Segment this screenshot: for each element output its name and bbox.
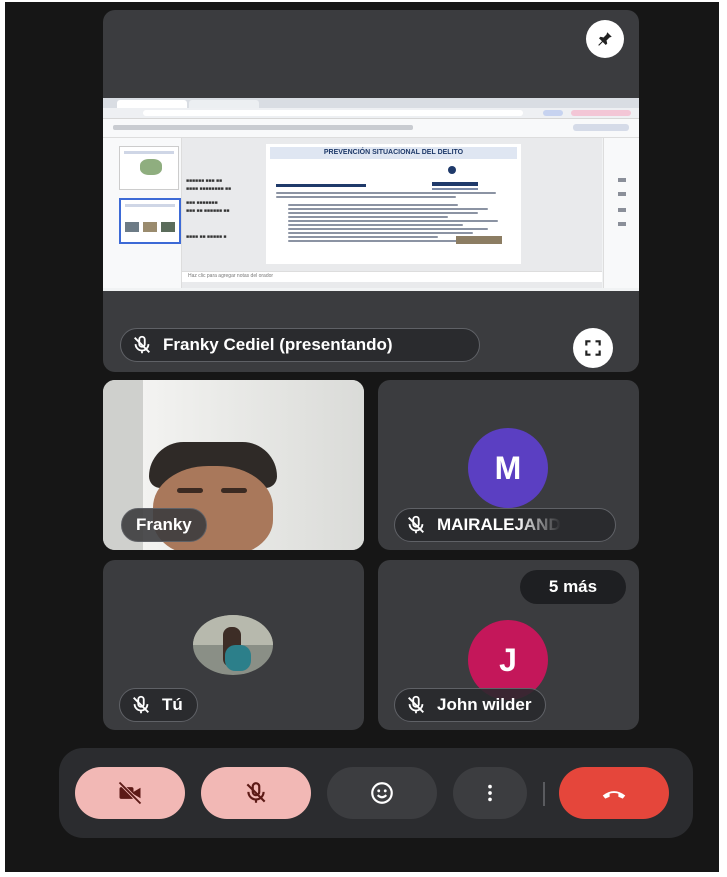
avatar-initial: M (494, 449, 522, 486)
mic-off-icon (246, 782, 266, 803)
speaker-notes-placeholder: Haz clic para agregar notas del orador (188, 273, 274, 279)
camera-toggle-button[interactable] (75, 767, 185, 819)
slide-thumbnail (119, 146, 179, 190)
shared-slide: ■■■■■■ ■■■ ■■ ■■■■ ■■■■■■■■ ■■ ■■■ ■■■■■… (103, 98, 639, 291)
fullscreen-icon (585, 340, 601, 356)
more-participants-label: 5 más (548, 577, 598, 596)
more-participants-badge[interactable]: 5 más (520, 570, 626, 604)
mic-off-icon (408, 695, 424, 714)
pin-icon (598, 32, 612, 46)
control-bar (59, 748, 693, 838)
camera-off-icon (118, 781, 142, 805)
participant-name-pill: Franky (121, 508, 207, 542)
presenter-name-pill: Franky Cediel (presentando) (120, 328, 480, 362)
hang-up-button[interactable] (559, 767, 669, 819)
slide-canvas: ■■■■■■ ■■■ ■■ ■■■■ ■■■■■■■■ ■■ ■■■ ■■■■■… (182, 138, 602, 288)
participant-name-pill: John wilder (394, 688, 547, 722)
browser-address-bar (103, 108, 639, 119)
browser-tab-bar (103, 98, 639, 108)
slides-side-panel (603, 138, 639, 288)
meet-screen: ■■■■■■ ■■■ ■■ ■■■■ ■■■■■■■■ ■■ ■■■ ■■■■■… (5, 2, 719, 872)
mic-off-icon (133, 695, 149, 714)
mic-off-icon (134, 335, 150, 354)
mic-toggle-button[interactable] (201, 767, 311, 819)
participant-name: John wilder (437, 695, 532, 714)
presenter-label: Franky Cediel (presentando) (163, 335, 393, 354)
reactions-button[interactable] (327, 767, 437, 819)
participant-name: Franky (136, 515, 192, 534)
participant-name-pill: Tú (119, 688, 198, 722)
mic-off-icon (408, 515, 424, 534)
more-vert-icon (488, 784, 492, 802)
participant-name-pill: MAIRALEJAND (394, 508, 616, 542)
presentation-tile[interactable]: ■■■■■■ ■■■ ■■ ■■■■ ■■■■■■■■ ■■ ■■■ ■■■■■… (103, 10, 639, 372)
speaker-notes-bar: Haz clic para agregar notas del orador (182, 271, 602, 282)
participant-name: Tú (162, 695, 183, 714)
emoji-icon (371, 782, 393, 804)
avatar-initial: J (499, 641, 517, 678)
participant-tile-john[interactable]: 5 más J John wilder (378, 560, 639, 730)
avatar: M (468, 428, 548, 508)
slide-thumbnails (103, 138, 182, 288)
slides-toolbar (103, 119, 639, 138)
more-options-button[interactable] (453, 767, 527, 819)
slide-page: PREVENCIÓN SITUACIONAL DEL DELITO (266, 144, 521, 264)
participant-name: MAIRALEJAND (437, 515, 561, 534)
slide-title: PREVENCIÓN SITUACIONAL DEL DELITO (270, 147, 517, 159)
participant-tile-franky[interactable]: Franky (103, 380, 364, 550)
self-avatar-photo (193, 615, 273, 675)
participant-tile-self[interactable]: Tú (103, 560, 364, 730)
participant-tile-maira[interactable]: M MAIRALEJAND (378, 380, 639, 550)
pin-button[interactable] (586, 20, 624, 58)
hang-up-icon (602, 791, 626, 799)
control-divider (543, 782, 545, 806)
slide-thumbnail (119, 198, 181, 244)
fullscreen-button[interactable] (573, 328, 613, 368)
